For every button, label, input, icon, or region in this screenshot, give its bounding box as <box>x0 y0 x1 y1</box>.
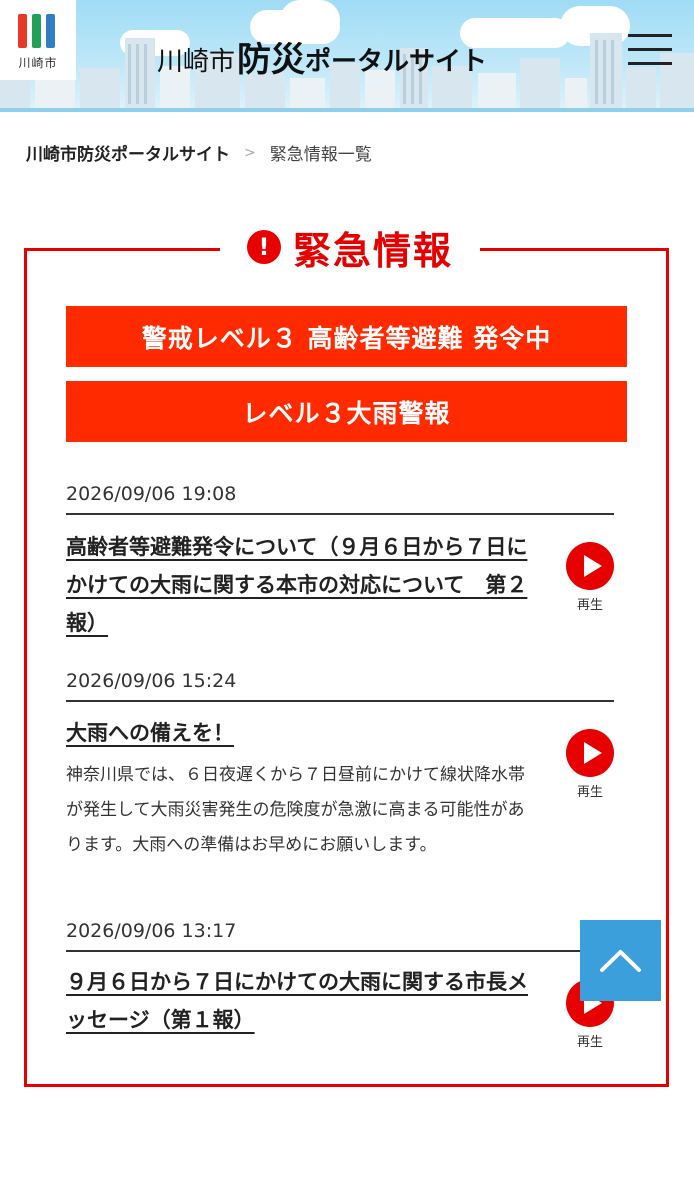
site-title[interactable]: 川崎市 防災 ポータルサイト <box>157 34 487 78</box>
news-title-link[interactable]: ９月６日から７日にかけての大雨に関する市長メッセージ（第１報） <box>66 963 536 1039</box>
news-body-text: 神奈川県では、６日夜遅くから７日昼前にかけて線状降水帯が発生して大雨災害発生の危… <box>66 765 525 855</box>
menu-line-icon <box>628 48 672 51</box>
site-title-portal: ポータルサイト <box>305 47 488 77</box>
play-label: 再生 <box>576 1035 603 1050</box>
emergency-info-panel <box>24 248 669 1087</box>
breadcrumb-current: 緊急情報一覧 <box>269 145 372 165</box>
panel-title: ! 緊急情報 <box>220 222 480 273</box>
news-title-link[interactable]: 大雨への備えを！ <box>66 714 536 752</box>
news-date: 2026/09/06 19:08 <box>66 483 614 515</box>
breadcrumb-separator-icon: > <box>244 144 256 161</box>
back-to-top-button[interactable] <box>580 920 661 1001</box>
news-title-link[interactable]: 高齢者等避難発令について（９月６日から７日にかけての大雨に関する本市の対応につい… <box>66 528 536 642</box>
exclamation-icon: ! <box>246 230 281 264</box>
alert-heavy-rain-warning[interactable]: レベル３大雨警報 <box>66 381 627 442</box>
panel-title-text: 緊急情報 <box>292 228 453 273</box>
chevron-up-icon <box>600 950 641 972</box>
alert-evacuation-level3[interactable]: 警戒レベル３ 高齢者等避難 発令中 <box>66 306 627 367</box>
logo-mark-icon <box>18 14 58 48</box>
logo-text: 川崎市 <box>18 56 58 70</box>
kawasaki-city-logo[interactable]: 川崎市 <box>0 0 76 80</box>
site-header: 川崎市 川崎市 防災 ポータルサイト <box>0 0 694 112</box>
hamburger-menu-button[interactable] <box>628 32 672 68</box>
menu-line-icon <box>628 62 672 65</box>
play-label: 再生 <box>576 785 603 800</box>
news-date: 2026/09/06 13:17 <box>66 920 614 952</box>
play-icon <box>566 729 614 777</box>
menu-line-icon <box>628 34 672 37</box>
play-audio-button[interactable]: 再生 <box>566 729 614 800</box>
site-title-city: 川崎市 <box>157 47 236 77</box>
play-audio-button[interactable]: 再生 <box>566 542 614 613</box>
site-title-bousai: 防災 <box>237 40 306 80</box>
play-icon <box>566 542 614 590</box>
breadcrumb-home-link[interactable]: 川崎市防災ポータルサイト <box>26 140 230 165</box>
breadcrumb: 川崎市防災ポータルサイト > 緊急情報一覧 <box>26 140 372 166</box>
play-label: 再生 <box>576 598 603 613</box>
news-date: 2026/09/06 15:24 <box>66 670 614 702</box>
